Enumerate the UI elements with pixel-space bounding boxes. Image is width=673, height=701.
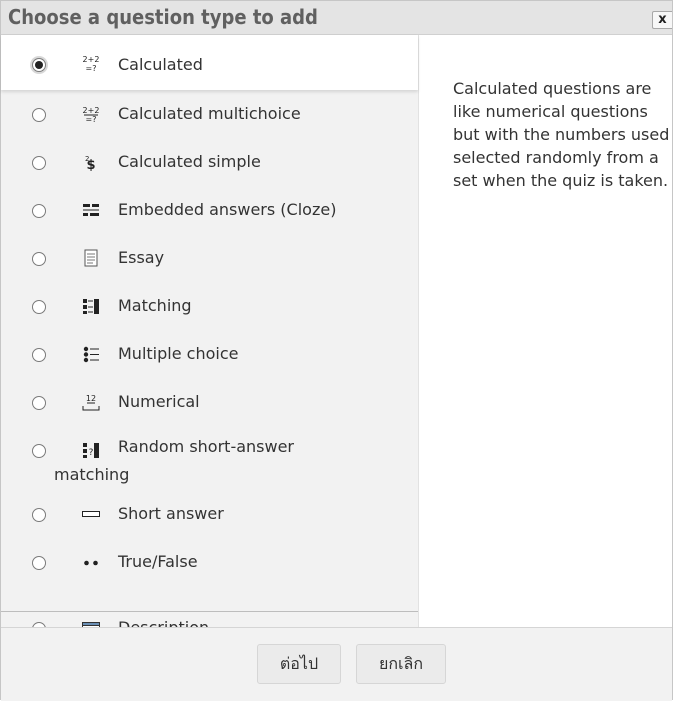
option-label: Essay bbox=[118, 248, 165, 267]
radio-calculated[interactable] bbox=[32, 58, 46, 72]
option-numerical[interactable]: 12 Numerical bbox=[1, 378, 418, 426]
close-button[interactable]: x bbox=[652, 11, 672, 29]
option-matching[interactable]: Matching bbox=[1, 282, 418, 330]
option-random-short-answer-matching[interactable]: ? Random short-answer matching bbox=[1, 426, 418, 490]
svg-text:=?: =? bbox=[86, 64, 97, 72]
option-short-answer[interactable]: Short answer bbox=[1, 490, 418, 538]
radio-true-false[interactable] bbox=[32, 556, 46, 570]
option-label: Matching bbox=[118, 296, 192, 315]
radio-random-short-answer-matching[interactable] bbox=[32, 444, 46, 458]
calculated-simple-icon: 2 $ bbox=[85, 155, 96, 171]
matching-icon bbox=[83, 299, 99, 314]
option-essay[interactable]: Essay bbox=[1, 234, 418, 282]
option-calculated[interactable]: 2+2 =? Calculated bbox=[1, 35, 418, 90]
option-label: Calculated simple bbox=[118, 152, 261, 171]
option-label: Calculated multichoice bbox=[118, 104, 301, 123]
calculated-multichoice-icon: 2+2 =? bbox=[83, 106, 100, 123]
svg-text:$: $ bbox=[86, 158, 95, 171]
radio-cloze[interactable] bbox=[32, 204, 46, 218]
radio-calculated-simple[interactable] bbox=[32, 156, 46, 170]
radio-short-answer[interactable] bbox=[32, 508, 46, 522]
radio-multiple-choice[interactable] bbox=[32, 348, 46, 362]
option-label: True/False bbox=[118, 552, 198, 571]
radio-matching[interactable] bbox=[32, 300, 46, 314]
true-false-icon bbox=[84, 560, 98, 566]
option-cloze[interactable]: Embedded answers (Cloze) bbox=[1, 186, 418, 234]
svg-text:2+2: 2+2 bbox=[83, 55, 100, 64]
next-button[interactable]: ต่อไป bbox=[257, 644, 341, 684]
radio-numerical[interactable] bbox=[32, 396, 46, 410]
option-multiple-choice[interactable]: Multiple choice bbox=[1, 330, 418, 378]
option-label: Calculated bbox=[118, 55, 203, 74]
calculated-icon: 2+2 =? bbox=[83, 55, 100, 72]
option-true-false[interactable]: True/False bbox=[1, 538, 418, 586]
radio-essay[interactable] bbox=[32, 252, 46, 266]
question-type-list: 2+2 =? Calculated 2+2 =? Calculated mult… bbox=[1, 35, 419, 637]
numerical-icon: 12 bbox=[82, 394, 100, 411]
option-calculated-multichoice[interactable]: 2+2 =? Calculated multichoice bbox=[1, 90, 418, 138]
svg-text:12: 12 bbox=[86, 394, 96, 403]
essay-icon bbox=[84, 249, 98, 267]
option-calculated-simple[interactable]: 2 $ Calculated simple bbox=[1, 138, 418, 186]
svg-text:=?: =? bbox=[86, 115, 97, 123]
option-label: Numerical bbox=[118, 392, 200, 411]
cancel-button[interactable]: ยกเลิก bbox=[356, 644, 446, 684]
dialog-footer: ต่อไป ยกเลิก bbox=[1, 627, 672, 701]
svg-text:2+2: 2+2 bbox=[83, 106, 100, 115]
radio-calculated-multichoice[interactable] bbox=[32, 108, 46, 122]
question-type-description: Calculated questions are like numerical … bbox=[453, 79, 670, 190]
multiple-choice-icon bbox=[83, 346, 99, 363]
option-label: Multiple choice bbox=[118, 344, 239, 363]
cloze-icon bbox=[83, 204, 99, 216]
short-answer-icon bbox=[82, 511, 100, 517]
question-type-dialog: Choose a question type to add x 2+2 =? C… bbox=[0, 0, 673, 701]
option-label: Random short-answer matching bbox=[54, 437, 295, 484]
dialog-header: Choose a question type to add x bbox=[1, 1, 672, 35]
option-label: Short answer bbox=[118, 504, 224, 523]
option-label: Embedded answers (Cloze) bbox=[118, 200, 337, 219]
dialog-title: Choose a question type to add bbox=[8, 5, 318, 29]
